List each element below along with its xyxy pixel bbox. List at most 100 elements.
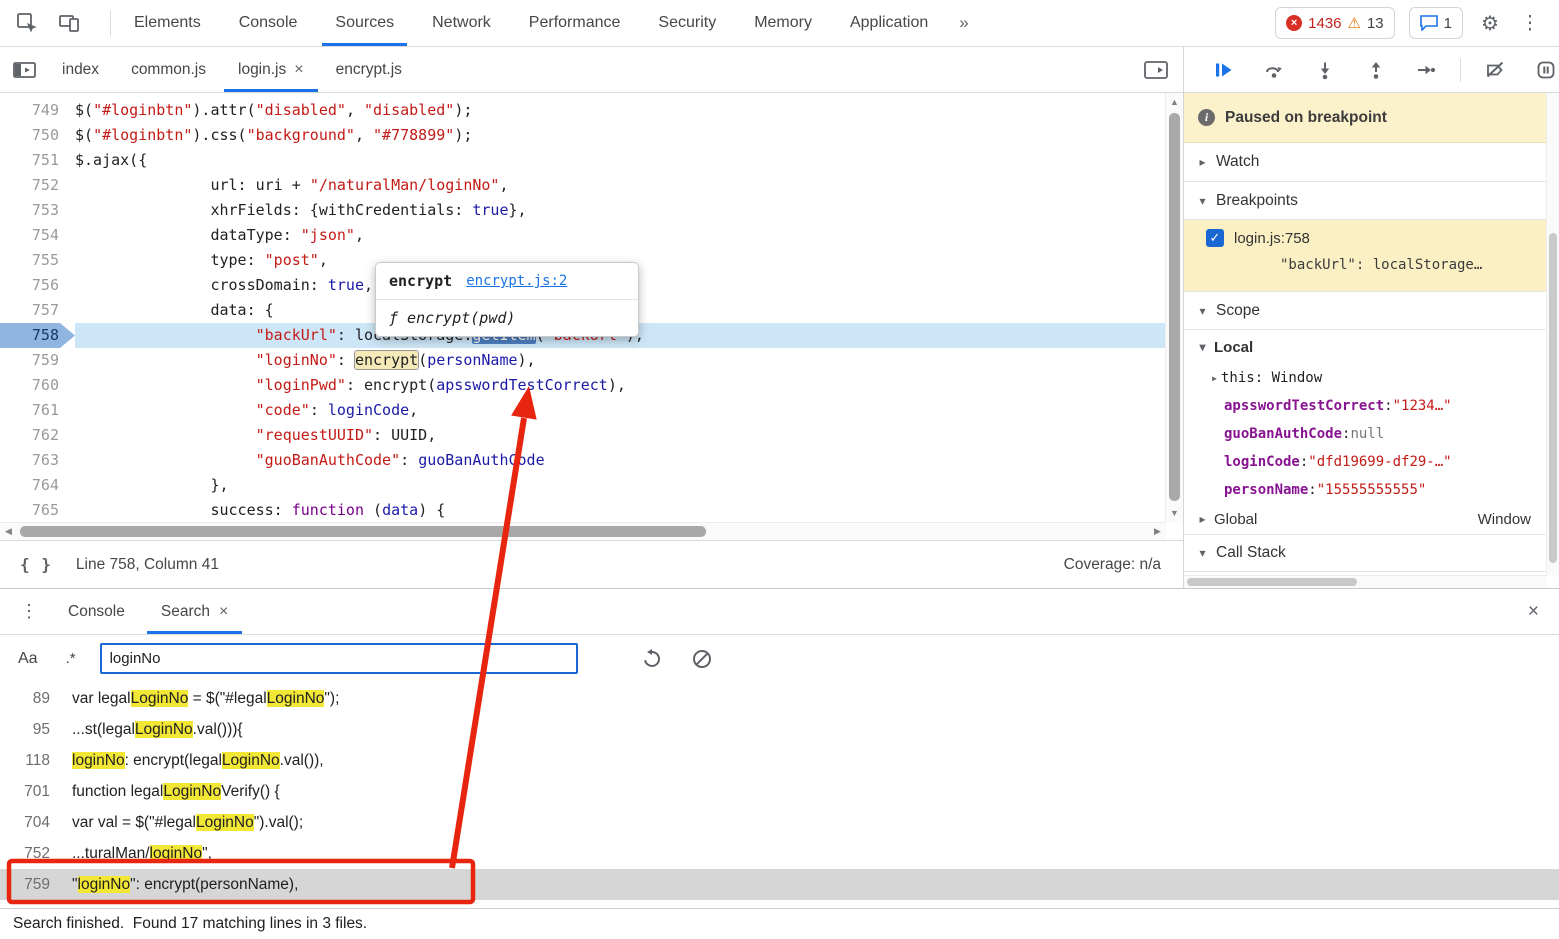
result-text: ...turalMan/loginNo", (72, 845, 212, 863)
line-number-754[interactable]: 754 (0, 223, 75, 248)
tab-console[interactable]: Console (220, 0, 317, 46)
code-line-754: 754 dataType: "json", (0, 223, 1166, 248)
file-tab-index[interactable]: index (46, 47, 115, 92)
scope-section-header[interactable]: ▾ Scope (1184, 292, 1559, 330)
line-number-751[interactable]: 751 (0, 148, 75, 173)
result-text: var val = $("#legalLoginNo").val(); (72, 814, 303, 832)
close-drawer-icon[interactable]: × (1528, 601, 1539, 623)
scope-local-group[interactable]: ▾ Local (1184, 330, 1559, 364)
call-stack-section-header[interactable]: ▾ Call Stack (1184, 534, 1559, 572)
tab-network[interactable]: Network (413, 0, 510, 46)
scroll-right-icon[interactable]: ▶ (1149, 523, 1166, 540)
line-number-764[interactable]: 764 (0, 473, 75, 498)
line-number-765[interactable]: 765 (0, 498, 75, 523)
drawer-menu-icon[interactable]: ⋮ (20, 601, 38, 622)
source-editor[interactable]: 749$("#loginbtn").attr("disabled", "disa… (0, 93, 1183, 540)
tooltip-source-link[interactable]: encrypt.js:2 (466, 273, 567, 289)
drawer-tab-search[interactable]: Search × (143, 589, 246, 634)
device-toolbar-icon[interactable] (56, 10, 82, 36)
scope-variable-loginCode[interactable]: loginCode: "dfd19699-df29-…" (1184, 448, 1559, 476)
breakpoints-section-header[interactable]: ▾ Breakpoints (1184, 182, 1559, 220)
sidebar-vertical-scrollbar[interactable] (1546, 93, 1559, 576)
search-result-row-95[interactable]: 95...st(legalLoginNo.val())){ (0, 714, 1559, 745)
line-number-749[interactable]: 749 (0, 98, 75, 123)
scroll-up-icon[interactable]: ▲ (1166, 94, 1183, 111)
regex-toggle[interactable]: .* (66, 650, 76, 667)
file-tab-encrypt-js[interactable]: encrypt.js (320, 47, 418, 92)
scroll-left-icon[interactable]: ◀ (0, 523, 17, 540)
breakpoint-location[interactable]: login.js:758 (1234, 230, 1310, 247)
search-result-row-701[interactable]: 701function legalLoginNoVerify() { (0, 776, 1559, 807)
clear-search-icon[interactable] (688, 645, 716, 673)
horizontal-scrollbar-thumb[interactable] (20, 526, 706, 537)
toggle-navigator-icon[interactable] (12, 57, 38, 83)
line-number-763[interactable]: 763 (0, 448, 75, 473)
line-number-757[interactable]: 757 (0, 298, 75, 323)
step-icon[interactable] (1413, 57, 1439, 83)
vertical-scrollbar-thumb[interactable] (1169, 113, 1180, 501)
search-result-row-118[interactable]: 118loginNo: encrypt(legalLoginNo.val()), (0, 745, 1559, 776)
call-stack-label: Call Stack (1216, 544, 1286, 562)
chevron-right-icon: ▸ (1196, 512, 1209, 526)
watch-label: Watch (1216, 153, 1259, 171)
close-tab-icon[interactable]: × (219, 603, 228, 621)
editor-vertical-scrollbar[interactable]: ▲ ▼ (1165, 93, 1183, 523)
sidebar-horizontal-scrollbar[interactable] (1184, 575, 1547, 588)
line-number-752[interactable]: 752 (0, 173, 75, 198)
horizontal-scrollbar-thumb[interactable] (1187, 578, 1357, 586)
scope-this-row[interactable]: ▸ this: Window (1184, 364, 1559, 392)
breakpoint-entry[interactable]: ✓ login.js:758 "backUrl": localStorage… (1184, 220, 1559, 292)
watch-section-header[interactable]: ▸ Watch (1184, 143, 1559, 182)
file-tab-login-js[interactable]: login.js× (222, 47, 320, 92)
line-number-753[interactable]: 753 (0, 198, 75, 223)
match-case-toggle[interactable]: Aa (18, 650, 38, 668)
vertical-scrollbar-thumb[interactable] (1549, 233, 1557, 563)
scope-variable-apsswordTestCorrect[interactable]: apsswordTestCorrect: "1234…" (1184, 392, 1559, 420)
search-result-row-704[interactable]: 704var val = $("#legalLoginNo").val(); (0, 807, 1559, 838)
line-number-758[interactable]: 758 (0, 323, 75, 348)
tab-security[interactable]: Security (639, 0, 735, 46)
inspect-element-icon[interactable] (14, 10, 40, 36)
tab-performance[interactable]: Performance (510, 0, 640, 46)
resume-script-icon[interactable] (1210, 57, 1236, 83)
search-input[interactable] (100, 643, 578, 674)
console-messages-badge[interactable]: 1 (1409, 7, 1463, 39)
search-result-row-89[interactable]: 89var legalLoginNo = $("#legalLoginNo"); (0, 683, 1559, 714)
line-number-756[interactable]: 756 (0, 273, 75, 298)
line-number-755[interactable]: 755 (0, 248, 75, 273)
file-tab-common-js[interactable]: common.js (115, 47, 222, 92)
scope-global-row[interactable]: ▸ Global Window (1184, 504, 1559, 534)
search-result-row-759[interactable]: 759"loginNo": encrypt(personName), (0, 869, 1559, 900)
more-panels-icon[interactable]: » (947, 0, 980, 46)
scope-variable-guoBanAuthCode[interactable]: guoBanAuthCode: null (1184, 420, 1559, 448)
tab-memory[interactable]: Memory (735, 0, 831, 46)
breakpoint-checkbox[interactable]: ✓ (1206, 229, 1224, 247)
tab-application[interactable]: Application (831, 0, 947, 46)
deactivate-breakpoints-icon[interactable] (1482, 57, 1508, 83)
scope-variable-personName[interactable]: personName: "15555555555" (1184, 476, 1559, 504)
main-menu-icon[interactable]: ⋮ (1517, 10, 1543, 36)
tab-sources[interactable]: Sources (316, 0, 413, 46)
line-number-759[interactable]: 759 (0, 348, 75, 373)
step-over-icon[interactable] (1261, 57, 1287, 83)
search-result-row-752[interactable]: 752...turalMan/loginNo", (0, 838, 1559, 869)
pretty-print-icon[interactable]: { } (20, 555, 52, 574)
result-line-number: 89 (0, 690, 50, 708)
line-number-750[interactable]: 750 (0, 123, 75, 148)
pause-on-exceptions-icon[interactable] (1533, 57, 1559, 83)
line-number-762[interactable]: 762 (0, 423, 75, 448)
tab-elements[interactable]: Elements (115, 0, 220, 46)
drawer-tab-console[interactable]: Console (50, 589, 143, 634)
step-out-icon[interactable] (1363, 57, 1389, 83)
editor-horizontal-scrollbar[interactable]: ◀ ▶ (0, 522, 1166, 540)
errors-warnings-badge[interactable]: × 1436 ⚠ 13 (1275, 7, 1395, 39)
line-number-761[interactable]: 761 (0, 398, 75, 423)
settings-gear-icon[interactable]: ⚙ (1477, 10, 1503, 36)
line-number-760[interactable]: 760 (0, 373, 75, 398)
step-into-icon[interactable] (1312, 57, 1338, 83)
screencast-icon[interactable] (1143, 57, 1169, 83)
variable-value: "1234…" (1393, 392, 1452, 420)
scroll-down-icon[interactable]: ▼ (1166, 505, 1183, 522)
close-tab-icon[interactable]: × (294, 61, 303, 79)
refresh-search-icon[interactable] (638, 645, 666, 673)
